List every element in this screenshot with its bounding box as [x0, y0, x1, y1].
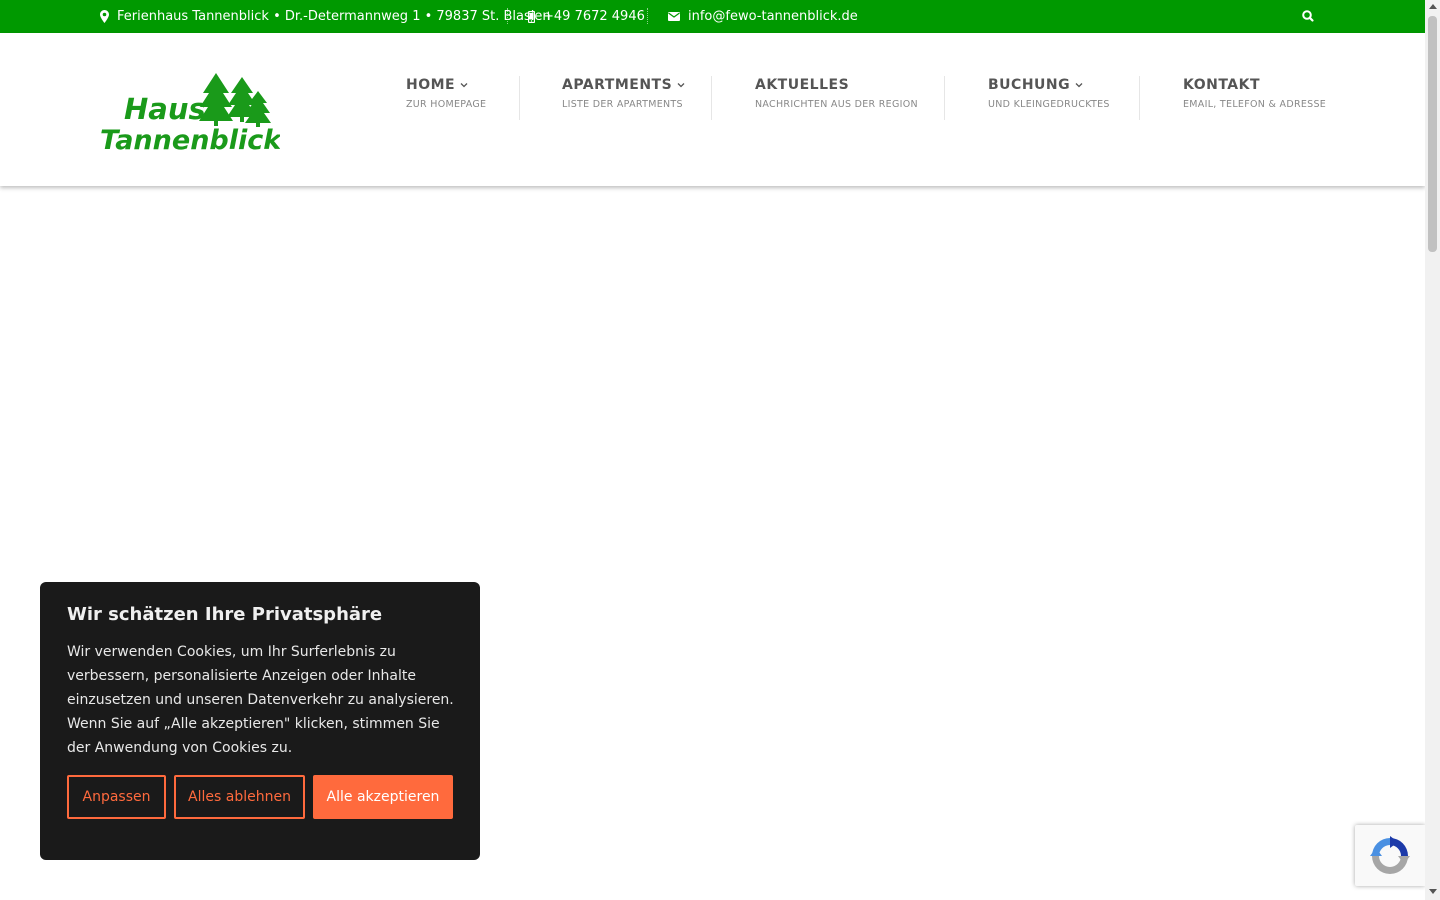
topbar-divider: [647, 8, 648, 24]
address-item: Ferienhaus Tannenblick • Dr.-Determannwe…: [100, 0, 551, 33]
site-header: Haus Tannenblick HOME ZUR HOMEPAGE APART…: [0, 33, 1425, 186]
nav-divider: [711, 76, 712, 120]
recaptcha-badge[interactable]: [1355, 825, 1425, 886]
logo-text-haus: Haus: [124, 92, 206, 126]
email-item[interactable]: info@fewo-tannenblick.de: [668, 0, 858, 33]
email-text[interactable]: info@fewo-tannenblick.de: [688, 9, 858, 24]
logo-image: Haus Tannenblick: [100, 73, 283, 156]
phone-text[interactable]: +49 7672 4946: [543, 9, 645, 24]
nav-subtitle-aktuelles: NACHRICHTEN AUS DER REGION: [755, 99, 918, 110]
mobile-phone-icon: [528, 10, 535, 23]
nav-subtitle-apartments: LISTE DER APARTMENTS: [562, 99, 683, 110]
nav-title-wrap: AKTUELLES: [755, 77, 918, 93]
top-info-bar: Ferienhaus Tannenblick • Dr.-Determannwe…: [0, 0, 1425, 33]
cookie-consent-banner: Wir schätzen Ihre Privatsphäre Wir verwe…: [40, 582, 480, 860]
nav-subtitle-kontakt: EMAIL, TELEFON & ADRESSE: [1183, 99, 1327, 110]
nav-title-wrap: APARTMENTS: [562, 77, 685, 93]
nav-title-buchung: BUCHUNG: [988, 77, 1071, 93]
reject-all-button[interactable]: Alles ablehnen: [174, 775, 305, 819]
nav-divider: [1139, 76, 1140, 120]
page-scrollbar[interactable]: [1425, 0, 1440, 900]
nav-item-apartments[interactable]: APARTMENTS LISTE DER APARTMENTS: [562, 77, 685, 133]
cookie-description: Wir verwenden Cookies, um Ihr Surferlebn…: [67, 644, 454, 756]
customize-button[interactable]: Anpassen: [67, 775, 166, 819]
nav-title-apartments: APARTMENTS: [562, 77, 673, 93]
nav-title-wrap: KONTAKT: [1183, 77, 1326, 93]
site-logo[interactable]: Haus Tannenblick: [100, 73, 283, 156]
chevron-down-icon: [1075, 83, 1083, 88]
nav-subtitle-buchung: UND KLEINGEDRUCKTES: [988, 99, 1110, 110]
accept-all-button[interactable]: Alle akzeptieren: [313, 775, 453, 819]
nav-divider: [944, 76, 945, 120]
nav-title-aktuelles: AKTUELLES: [755, 77, 850, 93]
scroll-down-arrow-icon[interactable]: [1429, 889, 1437, 894]
search-button[interactable]: [1300, 8, 1316, 24]
scrollbar-thumb[interactable]: [1428, 16, 1437, 252]
envelope-icon: [668, 12, 680, 21]
phone-item[interactable]: +49 7672 4946: [528, 0, 645, 33]
address-text: Ferienhaus Tannenblick • Dr.-Determannwe…: [117, 9, 551, 24]
chevron-down-icon: [677, 83, 685, 88]
nav-item-kontakt[interactable]: KONTAKT EMAIL, TELEFON & ADRESSE: [1183, 77, 1326, 133]
topbar-divider: [507, 8, 508, 24]
map-marker-icon: [100, 10, 109, 23]
nav-item-buchung[interactable]: BUCHUNG UND KLEINGEDRUCKTES: [988, 77, 1110, 133]
recaptcha-icon: [1370, 835, 1410, 874]
cookie-button-row: Anpassen Alles ablehnen Alle akzeptieren: [67, 775, 453, 819]
nav-title-wrap: BUCHUNG: [988, 77, 1110, 93]
nav-title-kontakt: KONTAKT: [1183, 77, 1261, 93]
nav-title-wrap: HOME: [406, 77, 486, 93]
scroll-up-arrow-icon[interactable]: [1429, 4, 1437, 9]
nav-divider: [519, 76, 520, 120]
chevron-down-icon: [460, 83, 468, 88]
nav-item-home[interactable]: HOME ZUR HOMEPAGE: [406, 77, 486, 133]
search-icon: [1302, 10, 1314, 22]
logo-text-tannenblick: Tannenblick: [100, 125, 280, 155]
nav-item-aktuelles[interactable]: AKTUELLES NACHRICHTEN AUS DER REGION: [755, 77, 918, 133]
cookie-title: Wir schätzen Ihre Privatsphäre: [67, 604, 383, 625]
nav-subtitle-home: ZUR HOMEPAGE: [406, 99, 487, 110]
nav-title-home: HOME: [406, 77, 456, 93]
